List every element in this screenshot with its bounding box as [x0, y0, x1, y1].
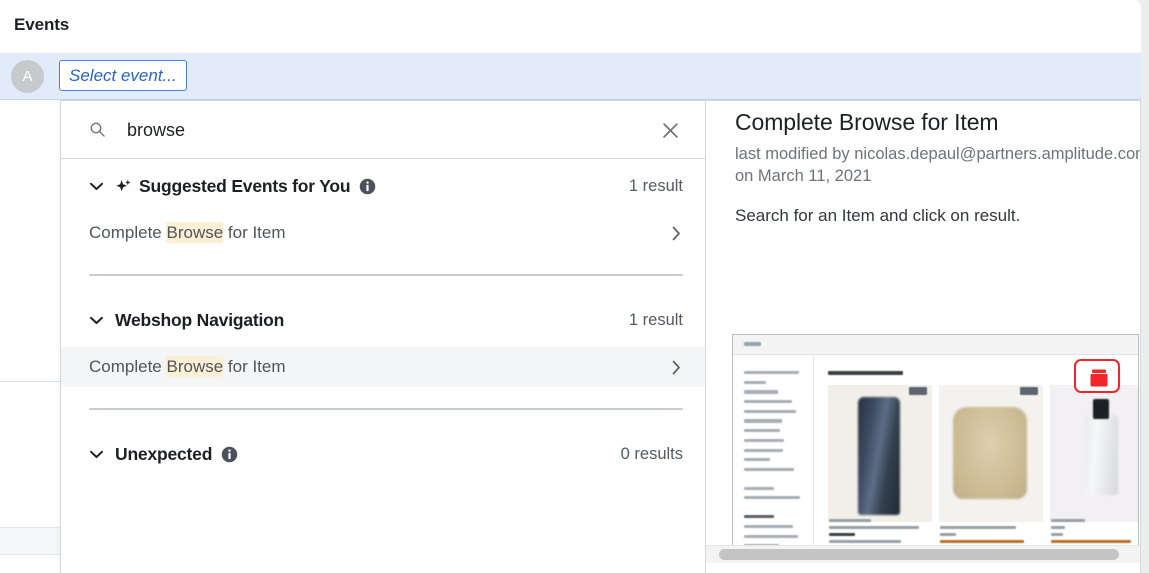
- info-icon[interactable]: [359, 178, 376, 195]
- page-title: Events: [14, 15, 69, 35]
- section-header-suggested-events[interactable]: Suggested Events for You 1 result: [61, 159, 705, 213]
- select-event-placeholder: Select event...: [69, 66, 177, 86]
- chevron-right-icon: [672, 360, 681, 375]
- thumb-sidebar-nav: [744, 371, 802, 553]
- thumb-vertical-rule: [813, 355, 814, 552]
- thumb-product-2: [939, 385, 1043, 522]
- list-item[interactable]: Complete Browse for Item: [61, 347, 705, 387]
- chevron-down-icon: [89, 182, 104, 191]
- section-divider: [89, 408, 683, 410]
- close-icon[interactable]: [662, 122, 679, 139]
- search-bar: [61, 101, 705, 159]
- sparkle-icon: [115, 178, 132, 195]
- select-event-input[interactable]: Select event...: [59, 60, 187, 91]
- thumb-topbar: [733, 335, 1138, 355]
- section-title: Suggested Events for You: [139, 176, 350, 197]
- event-row: A Select event...: [0, 53, 1141, 100]
- search-input[interactable]: [127, 101, 667, 159]
- webshop-screenshot-thumbnail[interactable]: [732, 334, 1139, 553]
- section-result-count: 1 result: [629, 311, 683, 330]
- section-result-count: 0 results: [621, 445, 683, 464]
- chevron-right-icon: [672, 226, 681, 241]
- right-edge-strip: [1141, 0, 1149, 573]
- section-title: Webshop Navigation: [115, 310, 284, 331]
- list-item[interactable]: Complete Browse for Item: [61, 213, 705, 253]
- section-title: Unexpected: [115, 444, 212, 465]
- info-icon[interactable]: [221, 446, 238, 463]
- detail-meta: last modified by nicolas.depaul@partners…: [735, 143, 1140, 187]
- thumb-page-heading: [828, 371, 903, 375]
- scrollbar-thumb[interactable]: [719, 549, 1119, 560]
- chevron-down-icon: [89, 450, 104, 459]
- search-highlight: Browse: [166, 356, 223, 377]
- background-divider: [0, 381, 60, 382]
- detail-content: Complete Browse for Item last modified b…: [706, 101, 1140, 228]
- result-label: Complete Browse for Item: [89, 357, 286, 377]
- event-picker-dropdown: Suggested Events for You 1 result Comple…: [60, 100, 1141, 573]
- avatar: A: [11, 60, 44, 93]
- section-result-count: 1 result: [629, 177, 683, 196]
- section-divider: [89, 274, 683, 276]
- thumb-product-1: [828, 385, 932, 522]
- thumb-logo: [744, 342, 761, 346]
- thumb-product-3: [1050, 385, 1139, 522]
- dropdown-list-panel: Suggested Events for You 1 result Comple…: [61, 101, 706, 573]
- horizontal-scrollbar[interactable]: [706, 545, 1140, 563]
- events-header: Events: [0, 0, 1141, 53]
- detail-description: Search for an Item and click on result.: [735, 204, 1065, 228]
- section-header-webshop-navigation[interactable]: Webshop Navigation 1 result: [61, 293, 705, 347]
- thumb-highlight-box: [1074, 359, 1120, 393]
- shopping-bag-icon: [1089, 368, 1109, 388]
- dropdown-detail-panel: Complete Browse for Item last modified b…: [706, 101, 1140, 573]
- screen: Events A Select event...: [0, 0, 1149, 573]
- search-highlight: Browse: [166, 222, 223, 243]
- detail-title: Complete Browse for Item: [735, 109, 1140, 136]
- background-band: [0, 527, 60, 555]
- result-label: Complete Browse for Item: [89, 223, 286, 243]
- chevron-down-icon: [89, 316, 104, 325]
- section-header-unexpected[interactable]: Unexpected 0 results: [61, 427, 705, 481]
- page-sheet: Events A Select event...: [0, 0, 1141, 573]
- search-icon: [90, 122, 105, 137]
